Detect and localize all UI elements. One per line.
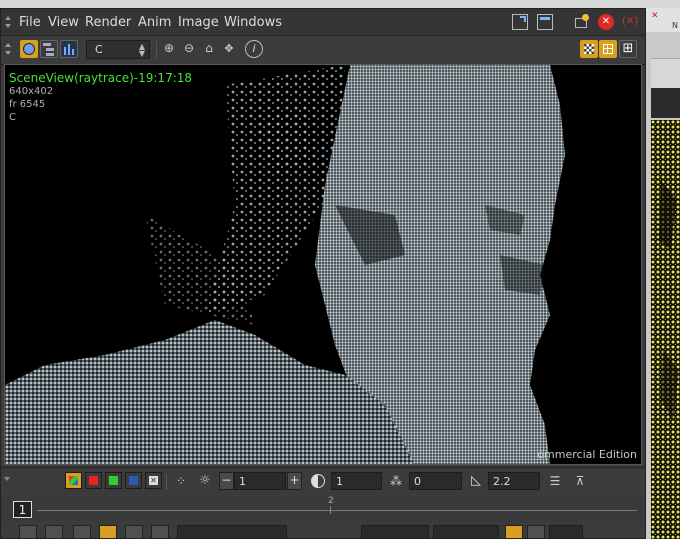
viewport-resolution: 640x402 <box>9 86 54 97</box>
zoom-out-icon[interactable]: ⊖ <box>180 40 198 58</box>
alpha-channel-icon[interactable]: ✕ <box>145 472 162 489</box>
render-view-toggle-icon[interactable] <box>20 40 38 58</box>
info-icon[interactable]: i <box>245 40 263 58</box>
rgb-channel-icon[interactable] <box>65 472 82 489</box>
zoom-in-icon[interactable]: ⊕ <box>160 40 178 58</box>
display-controls-bar: ✕ ⁘ ☼ − 1 + 1 ⁂ 0 ◺ 2.2 ☰ ⊼ <box>1 467 645 496</box>
checker-background-icon[interactable] <box>580 40 598 58</box>
chevron-updown-icon: ▲ ▼ <box>138 42 145 58</box>
fps-field[interactable] <box>549 525 583 538</box>
viewport-frame: fr 6545 <box>9 99 46 110</box>
grid-layout-icon[interactable] <box>599 40 617 58</box>
pan-icon[interactable]: ✥ <box>220 40 238 58</box>
menu-bar: File View Render Anim Image Windows ✕ (✕… <box>1 9 645 36</box>
start-frame-field[interactable] <box>361 525 429 538</box>
channel-select[interactable]: C ▲ ▼ <box>86 40 150 59</box>
viewport-channel: C <box>9 112 16 123</box>
play-button[interactable] <box>125 525 143 538</box>
offset-icon[interactable]: ⁂ <box>387 472 405 490</box>
bar-drag-handle-icon[interactable] <box>4 468 10 496</box>
red-channel-icon[interactable] <box>85 472 102 489</box>
lut-menu-icon[interactable]: ☰ <box>546 472 564 490</box>
exposure-icon[interactable]: ☼ <box>196 472 214 490</box>
rendered-pointcloud-image <box>5 65 565 464</box>
loop-icon[interactable] <box>527 525 545 538</box>
stop-render-icon[interactable]: (✕) <box>622 14 638 30</box>
background-tab-label: N <box>672 21 678 30</box>
stop-button[interactable] <box>99 525 117 538</box>
crosshair-icon[interactable]: ⊞ <box>619 40 637 58</box>
last-frame-button[interactable] <box>151 525 169 538</box>
background-app-panel: ✕ N <box>646 8 680 539</box>
background-app-darkbar <box>651 88 680 118</box>
exposure-field[interactable]: 1 <box>234 472 286 490</box>
dock-window-icon[interactable] <box>537 14 553 30</box>
dither-icon[interactable]: ⁘ <box>172 472 190 490</box>
step-back-button[interactable] <box>73 525 91 538</box>
histogram-icon[interactable] <box>60 40 78 58</box>
edition-watermark: ommercial Edition <box>537 448 637 461</box>
realtime-toggle-icon[interactable] <box>505 525 523 538</box>
timeline-track[interactable] <box>37 510 637 511</box>
channel-select-value: C <box>95 43 103 56</box>
viewport-title: SceneView(raytrace)-19:17:18 <box>9 71 193 85</box>
menu-windows[interactable]: Windows <box>224 15 282 30</box>
menu-image[interactable]: Image <box>178 15 219 30</box>
exposure-decrement-button[interactable]: − <box>219 472 234 490</box>
background-close-icon: ✕ <box>651 11 659 21</box>
end-frame-field[interactable] <box>433 525 499 538</box>
frame-range-field[interactable] <box>177 525 287 538</box>
exposure-increment-button[interactable]: + <box>287 472 302 490</box>
yellow-pointcloud-image <box>651 120 680 539</box>
close-icon[interactable]: ✕ <box>598 14 614 30</box>
float-window-icon[interactable] <box>512 14 528 30</box>
prev-key-button[interactable] <box>45 525 63 538</box>
timeline-bar[interactable]: 1 2 <box>1 496 645 522</box>
first-frame-button[interactable] <box>19 525 37 538</box>
render-view-window: File View Render Anim Image Windows ✕ (✕… <box>0 8 646 539</box>
render-viewport[interactable]: SceneView(raytrace)-19:17:18 640x402 fr … <box>4 64 642 465</box>
sparkle-settings-icon[interactable] <box>574 14 590 30</box>
contrast-icon[interactable] <box>309 472 327 490</box>
background-app-toolbar <box>651 58 680 89</box>
background-app-header: ✕ N <box>646 8 680 32</box>
timeline-tick-label: 2 <box>328 496 334 506</box>
green-channel-icon[interactable] <box>105 472 122 489</box>
toolbar-drag-handle-icon[interactable] <box>5 43 11 55</box>
gamma-field[interactable]: 2.2 <box>488 472 540 490</box>
menu-view[interactable]: View <box>48 15 79 30</box>
background-app-viewport <box>651 120 680 539</box>
contrast-field[interactable]: 1 <box>331 472 382 490</box>
timeline-tick <box>330 506 331 514</box>
menu-file[interactable]: File <box>19 15 41 30</box>
transport-controls <box>1 522 645 538</box>
current-frame-indicator[interactable]: 1 <box>13 501 32 518</box>
menu-render[interactable]: Render <box>85 15 131 30</box>
drag-handle-icon[interactable] <box>5 16 11 28</box>
blue-channel-icon[interactable] <box>125 472 142 489</box>
tree-view-icon[interactable] <box>40 40 58 58</box>
menu-anim[interactable]: Anim <box>138 15 171 30</box>
desktop-top-strip <box>0 0 680 8</box>
view-toolbar: C ▲ ▼ ⊕ ⊖ ⌂ ✥ i ⊞ <box>1 36 645 65</box>
gamma-icon[interactable]: ◺ <box>467 472 485 490</box>
home-icon[interactable]: ⌂ <box>200 40 218 58</box>
toolbar-divider <box>156 41 157 58</box>
snapshot-icon[interactable]: ⊼ <box>571 472 589 490</box>
controls-divider <box>166 473 167 490</box>
offset-field[interactable]: 0 <box>409 472 462 490</box>
